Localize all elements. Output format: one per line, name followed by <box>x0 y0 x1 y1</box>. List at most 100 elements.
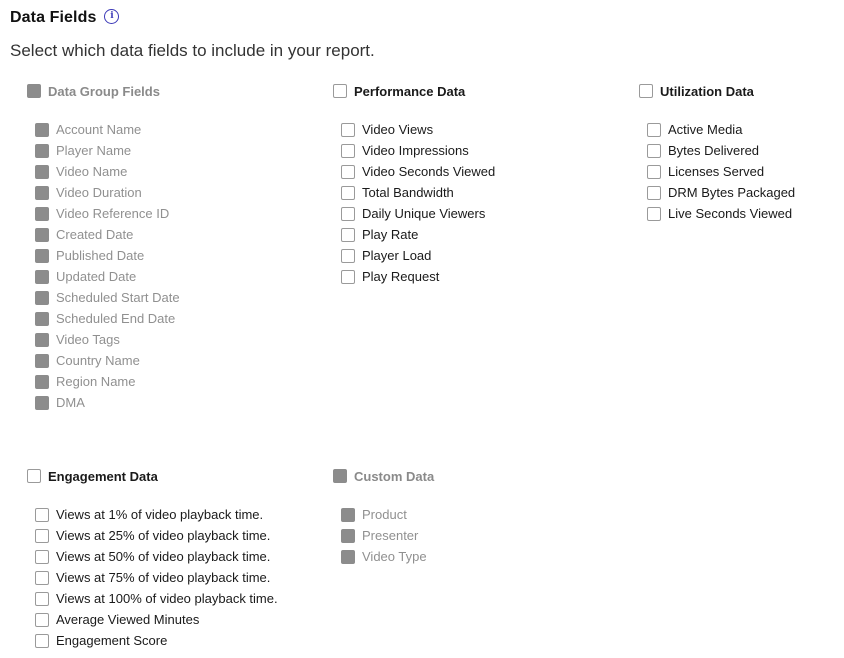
field-list: Views at 1% of video playback time. Views… <box>35 504 278 651</box>
field-label: Bytes Delivered <box>668 143 760 158</box>
field-checkbox[interactable] <box>341 143 355 158</box>
field-option[interactable]: Player Load <box>341 245 495 266</box>
field-checkbox[interactable] <box>341 248 355 263</box>
group-engagement-data: Engagement Data Views at 1% of video pla… <box>27 468 278 648</box>
field-label: Live Seconds Viewed <box>668 206 793 221</box>
field-label: Scheduled Start Date <box>56 290 180 305</box>
field-option[interactable]: Views at 1% of video playback time. <box>35 504 278 525</box>
field-list: Account Name Player Name Video Name Video D… <box>35 119 180 413</box>
field-label: Created Date <box>56 227 134 242</box>
field-checkbox[interactable] <box>35 612 49 627</box>
field-checkbox[interactable] <box>647 164 661 179</box>
group-label: Data Group Fields <box>48 83 160 99</box>
field-checkbox[interactable] <box>341 185 355 200</box>
field-list: Active Media Bytes Delivered Licenses Serv… <box>647 119 795 224</box>
field-option[interactable]: Bytes Delivered <box>647 140 795 161</box>
field-option: Player Name <box>35 140 180 161</box>
field-label: Total Bandwidth <box>362 185 454 200</box>
field-label: Video Type <box>362 549 427 564</box>
field-label: Player Load <box>362 248 432 263</box>
field-option: Scheduled Start Date <box>35 287 180 308</box>
field-checkbox[interactable] <box>341 269 355 284</box>
field-checkbox[interactable] <box>647 185 661 200</box>
field-option[interactable]: Views at 75% of video playback time. <box>35 567 278 588</box>
field-label: Daily Unique Viewers <box>362 206 486 221</box>
group-header: Engagement Data <box>27 468 158 484</box>
field-option: Country Name <box>35 350 180 371</box>
field-label: Views at 100% of video playback time. <box>56 591 278 606</box>
group-label: Performance Data <box>354 83 466 99</box>
field-list: Video Views Video Impressions Video Second… <box>341 119 495 287</box>
field-label: Play Request <box>362 269 440 284</box>
group-header: Data Group Fields <box>27 83 160 99</box>
field-option[interactable]: Video Impressions <box>341 140 495 161</box>
field-checkbox[interactable] <box>341 206 355 221</box>
field-checkbox <box>35 353 49 368</box>
group-header: Performance Data <box>333 83 465 99</box>
field-option[interactable]: Video Seconds Viewed <box>341 161 495 182</box>
field-option[interactable]: Views at 25% of video playback time. <box>35 525 278 546</box>
field-checkbox[interactable] <box>341 122 355 137</box>
field-option: Published Date <box>35 245 180 266</box>
field-label: Video Views <box>362 122 434 137</box>
field-option: Region Name <box>35 371 180 392</box>
group-checkbox-custom <box>333 469 347 483</box>
field-option: Video Tags <box>35 329 180 350</box>
field-option: Created Date <box>35 224 180 245</box>
group-label: Utilization Data <box>660 83 754 99</box>
field-option[interactable]: Average Viewed Minutes <box>35 609 278 630</box>
field-checkbox[interactable] <box>35 591 49 606</box>
field-label: Video Seconds Viewed <box>362 164 496 179</box>
field-checkbox[interactable] <box>35 570 49 585</box>
field-checkbox[interactable] <box>341 164 355 179</box>
field-label: Views at 75% of video playback time. <box>56 570 271 585</box>
field-checkbox <box>35 311 49 326</box>
field-checkbox <box>35 164 49 179</box>
field-checkbox <box>341 549 355 564</box>
field-label: Views at 25% of video playback time. <box>56 528 271 543</box>
field-option[interactable]: Views at 100% of video playback time. <box>35 588 278 609</box>
field-option[interactable]: DRM Bytes Packaged <box>647 182 795 203</box>
field-checkbox[interactable] <box>647 206 661 221</box>
field-label: DMA <box>56 395 85 410</box>
field-option[interactable]: Total Bandwidth <box>341 182 495 203</box>
field-label: Video Reference ID <box>56 206 170 221</box>
field-option[interactable]: Daily Unique Viewers <box>341 203 495 224</box>
field-checkbox[interactable] <box>647 122 661 137</box>
field-checkbox <box>35 395 49 410</box>
field-option[interactable]: Play Rate <box>341 224 495 245</box>
field-checkbox[interactable] <box>341 227 355 242</box>
field-option[interactable]: Active Media <box>647 119 795 140</box>
field-option[interactable]: Video Views <box>341 119 495 140</box>
field-label: Country Name <box>56 353 140 368</box>
group-checkbox-engagement[interactable] <box>27 469 41 483</box>
field-option[interactable]: Views at 50% of video playback time. <box>35 546 278 567</box>
field-checkbox[interactable] <box>35 528 49 543</box>
group-label: Engagement Data <box>48 468 158 484</box>
group-checkbox-performance[interactable] <box>333 84 347 98</box>
field-checkbox <box>341 528 355 543</box>
field-checkbox[interactable] <box>35 549 49 564</box>
field-option[interactable]: Play Request <box>341 266 495 287</box>
field-option[interactable]: Licenses Served <box>647 161 795 182</box>
field-checkbox <box>35 143 49 158</box>
field-label: Active Media <box>668 122 743 137</box>
field-label: Licenses Served <box>668 164 765 179</box>
field-option[interactable]: Live Seconds Viewed <box>647 203 795 224</box>
field-checkbox <box>35 332 49 347</box>
field-checkbox[interactable] <box>35 507 49 522</box>
info-icon[interactable]: i <box>104 9 120 24</box>
group-label: Custom Data <box>354 468 435 484</box>
group-checkbox-utilization[interactable] <box>639 84 653 98</box>
field-checkbox <box>35 374 49 389</box>
field-checkbox <box>35 248 49 263</box>
field-checkbox[interactable] <box>647 143 661 158</box>
field-option: Video Name <box>35 161 180 182</box>
field-checkbox <box>35 290 49 305</box>
field-option: Video Type <box>341 546 427 567</box>
field-label: Video Impressions <box>362 143 469 158</box>
field-label: Video Tags <box>56 332 120 347</box>
field-label: Player Name <box>56 143 132 158</box>
field-option[interactable]: Engagement Score <box>35 630 278 651</box>
field-checkbox[interactable] <box>35 633 49 648</box>
